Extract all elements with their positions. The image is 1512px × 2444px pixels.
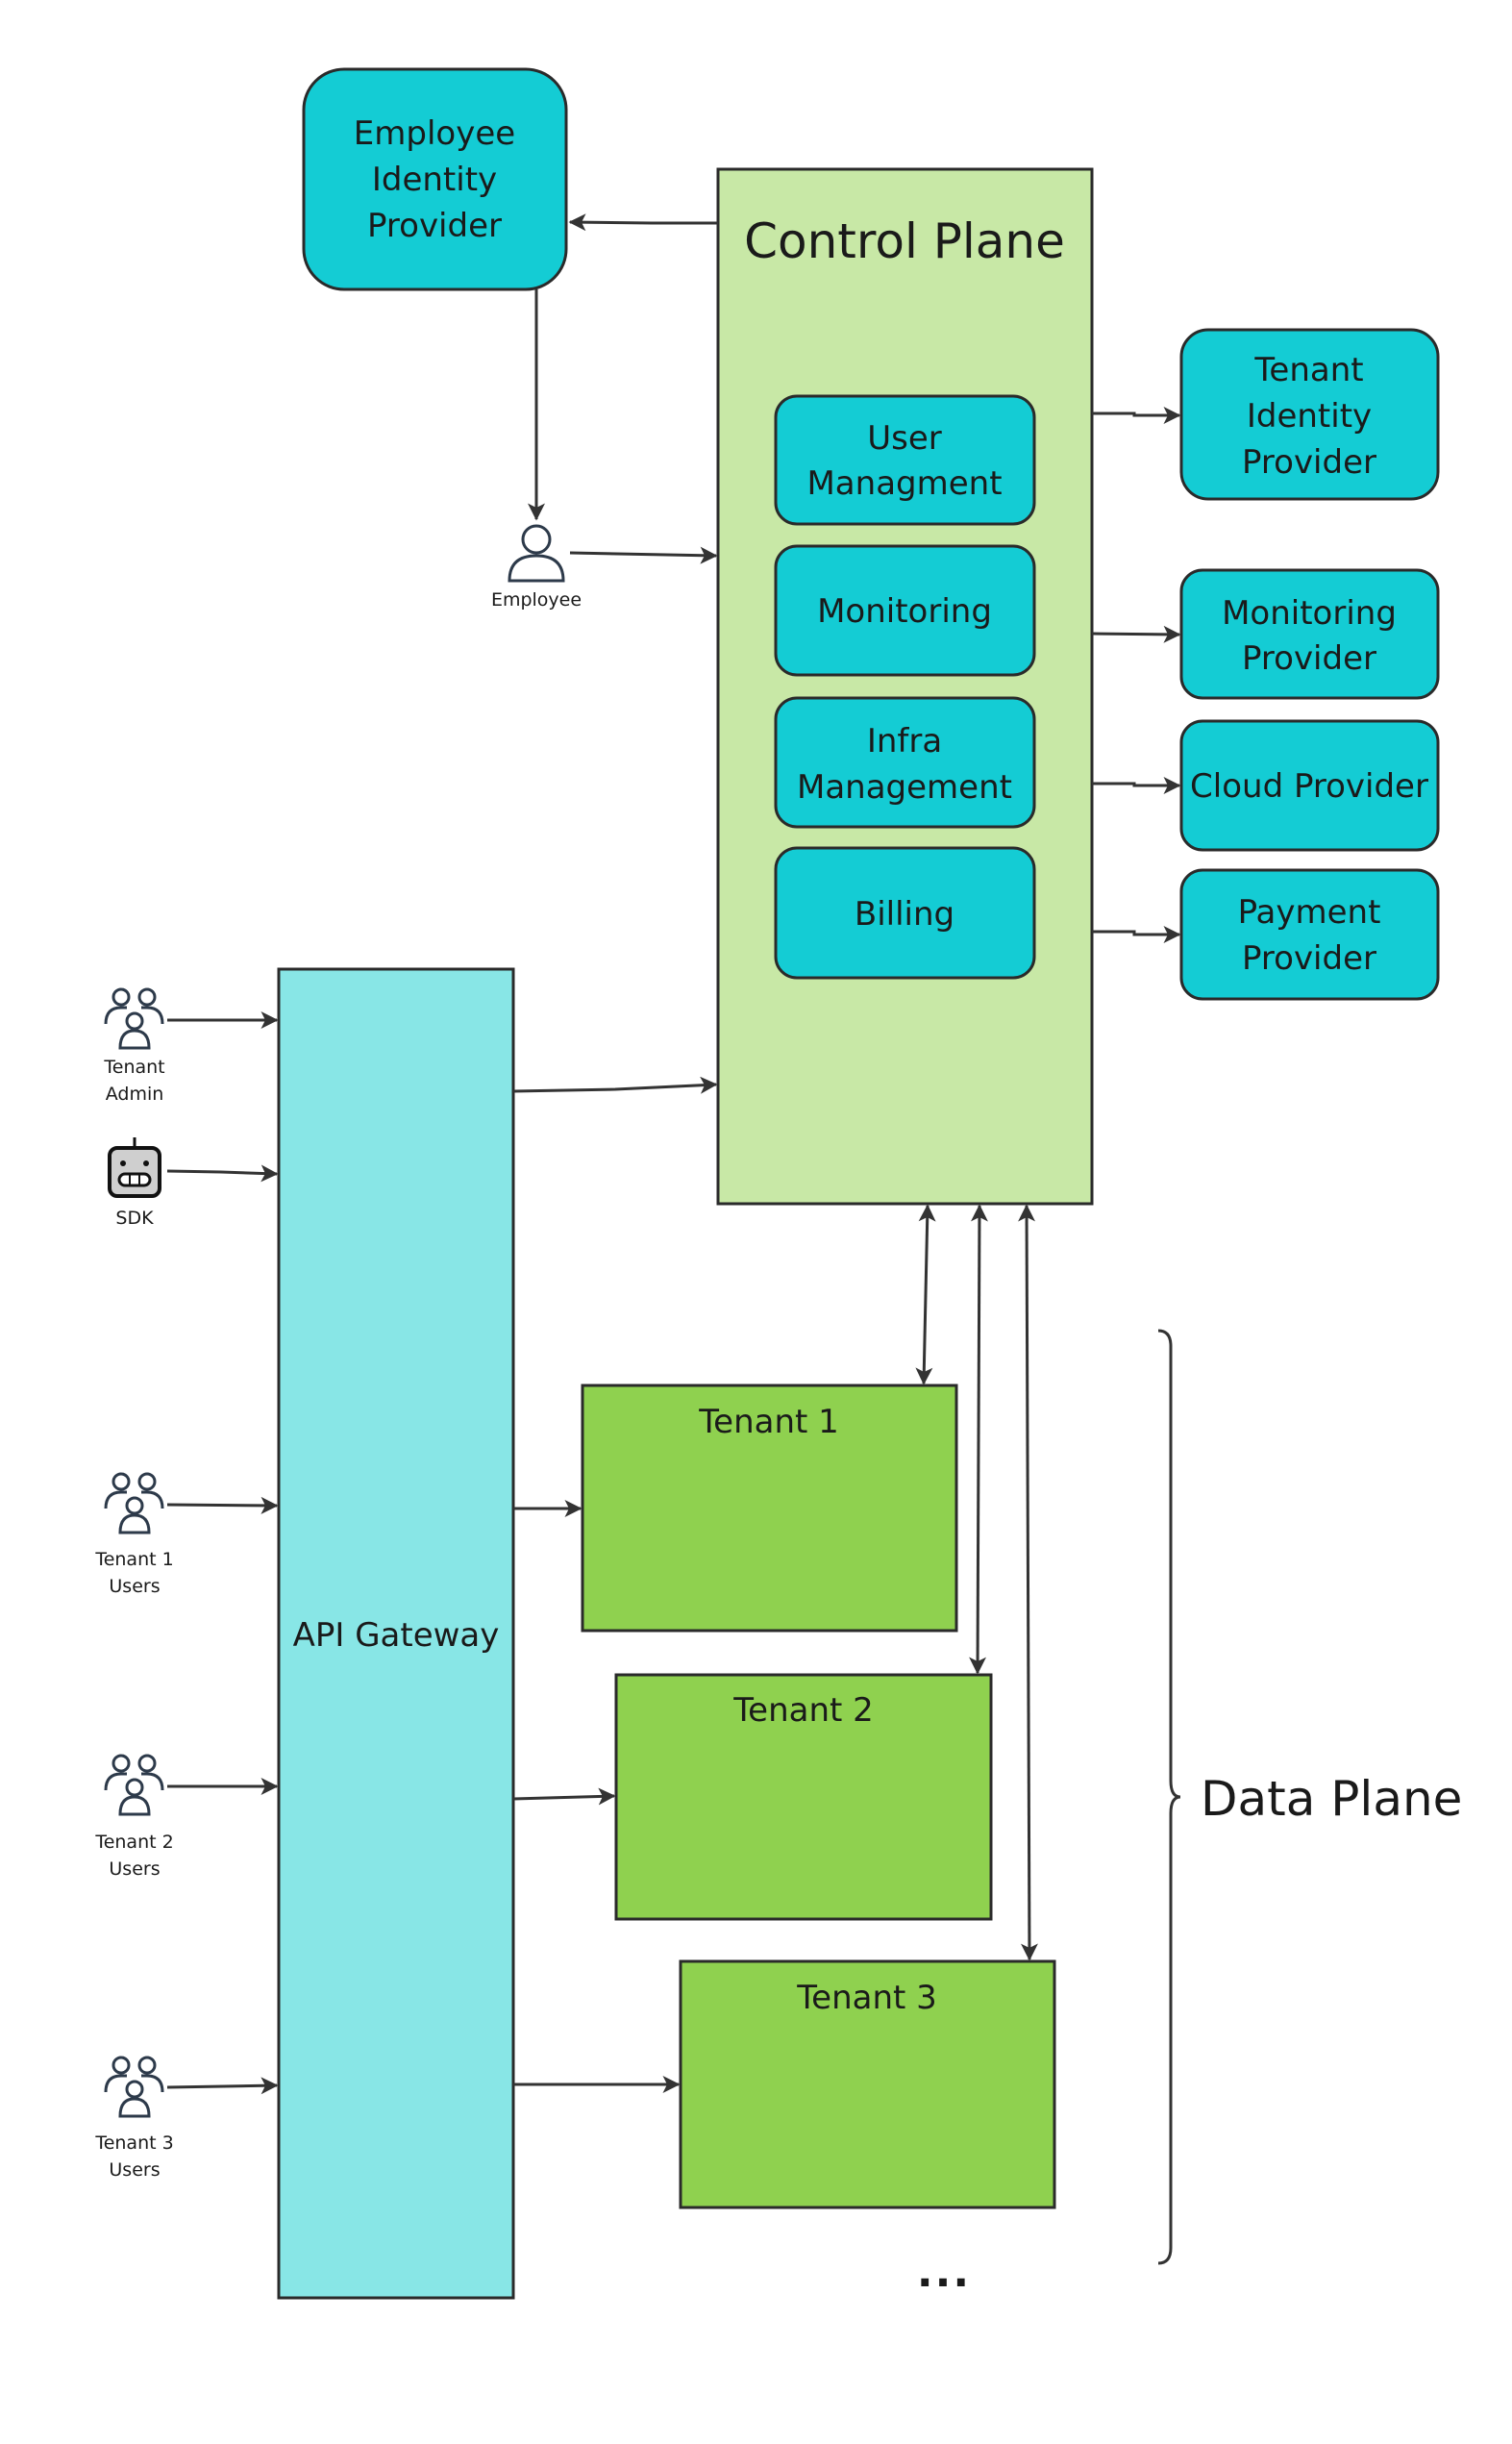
box-label-line: Payment (1238, 893, 1381, 932)
box-label-line: Billing (855, 895, 954, 934)
payment-provider-box[interactable]: Payment Provider (1179, 868, 1440, 1001)
arrow-to-tenant-identity-provider (1092, 407, 1181, 424)
actor-label-line: Users (109, 2159, 160, 2181)
box-label-line: Provider (1242, 939, 1376, 978)
control-plane-box[interactable]: Control Plane (716, 167, 1094, 1206)
module-user-management[interactable]: User Managment (774, 394, 1036, 526)
actor-label-line: SDK (115, 1208, 154, 1229)
data-plane-label: Data Plane (1201, 1771, 1462, 1827)
arrow-to-cloud-provider (1092, 777, 1181, 794)
actor-sdk[interactable]: SDK (108, 1137, 161, 1229)
box-label-line: Management (797, 768, 1012, 807)
arrow-control-plane-to-employee-idp (568, 213, 718, 232)
box-label-line: Monitoring (817, 592, 992, 631)
data-plane-group: Data Plane (1157, 1329, 1462, 2265)
module-monitoring[interactable]: Monitoring (774, 544, 1036, 677)
arrow-to-payment-provider (1092, 926, 1181, 943)
employee-identity-provider-box[interactable]: Employee Identity Provider (302, 67, 568, 291)
architecture-diagram: Employee Identity Provider Control Plane… (94, 67, 1462, 2300)
box-label-line: Identity (1247, 397, 1372, 436)
api-gateway-label: API Gateway (293, 1616, 500, 1655)
employee-actor[interactable]: Employee (491, 524, 582, 611)
actor-label-line: Tenant 3 (94, 2132, 173, 2154)
box-label-line: User (867, 419, 942, 458)
actor-tenant-3-users[interactable]: Tenant 3 Users (94, 2056, 174, 2181)
user-group-icon (104, 1754, 164, 1816)
actor-label-line: Tenant (103, 1057, 164, 1078)
arrow-employee-to-control-plane (569, 546, 718, 564)
control-plane-title: Control Plane (744, 213, 1065, 269)
tenant-1-box[interactable]: Tenant 1 (581, 1384, 958, 1633)
curly-brace (1157, 1329, 1181, 2265)
actor-label-line: Users (109, 1576, 160, 1597)
more-tenants-ellipsis: ... (917, 2248, 971, 2297)
tenant-label: Tenant 2 (732, 1691, 874, 1730)
actor-tenant-1-users[interactable]: Tenant 1 Users (94, 1472, 174, 1597)
employee-label: Employee (491, 589, 582, 611)
actor-label-line: Admin (106, 1084, 164, 1105)
arrow-sdk-to-api-gateway (166, 1164, 279, 1183)
box-label-line: Infra (867, 722, 942, 761)
actor-label-line: Users (109, 1858, 160, 1880)
arrow-control-plane-tenant-2 (969, 1204, 988, 1675)
person-icon (508, 524, 565, 583)
box-label-line: Provider (1242, 443, 1376, 482)
box-label-line: Identity (372, 161, 497, 199)
arrow-api-gateway-to-tenant-2 (512, 1787, 616, 1806)
arrow-tenant3-users-to-api-gateway (166, 2077, 279, 2095)
user-group-icon (104, 2056, 164, 2118)
box-label-line: Cloud Provider (1190, 767, 1428, 806)
user-group-icon (104, 987, 164, 1050)
arrow-to-monitoring-provider (1091, 625, 1181, 643)
cloud-provider-box[interactable]: Cloud Provider (1179, 719, 1440, 852)
actor-tenant-2-users[interactable]: Tenant 2 Users (94, 1754, 174, 1880)
monitoring-provider-box[interactable]: Monitoring Provider (1179, 568, 1440, 700)
tenant-2-box[interactable]: Tenant 2 (614, 1673, 993, 1921)
tenant-identity-provider-box[interactable]: Tenant Identity Provider (1179, 328, 1440, 501)
box-label-line: Provider (367, 207, 502, 245)
tenant-label: Tenant 1 (698, 1403, 839, 1441)
module-billing[interactable]: Billing (774, 846, 1036, 980)
box-label-line: Monitoring (1222, 594, 1397, 633)
tenant-label: Tenant 3 (796, 1979, 937, 2017)
api-gateway-box[interactable]: API Gateway (277, 967, 515, 2300)
box-label-line: Managment (806, 464, 1002, 503)
arrow-control-plane-tenant-1 (915, 1204, 936, 1385)
box-label-line: Employee (354, 114, 515, 153)
actor-label-line: Tenant 1 (94, 1549, 173, 1570)
actor-label-line: Tenant 2 (94, 1832, 173, 1853)
box-label-line: Tenant (1253, 351, 1363, 389)
actor-tenant-admin[interactable]: Tenant Admin (103, 987, 165, 1105)
tenant-3-box[interactable]: Tenant 3 (679, 1959, 1056, 2209)
arrow-tenant1-users-to-api-gateway (166, 1496, 279, 1514)
arrow-control-plane-tenant-3 (1018, 1204, 1038, 1961)
box-label-line: Provider (1242, 639, 1376, 678)
arrow-api-gateway-to-control-plane (512, 1076, 718, 1094)
user-group-icon (104, 1472, 164, 1534)
robot-icon (108, 1137, 161, 1198)
module-infra-management[interactable]: Infra Management (774, 696, 1036, 829)
